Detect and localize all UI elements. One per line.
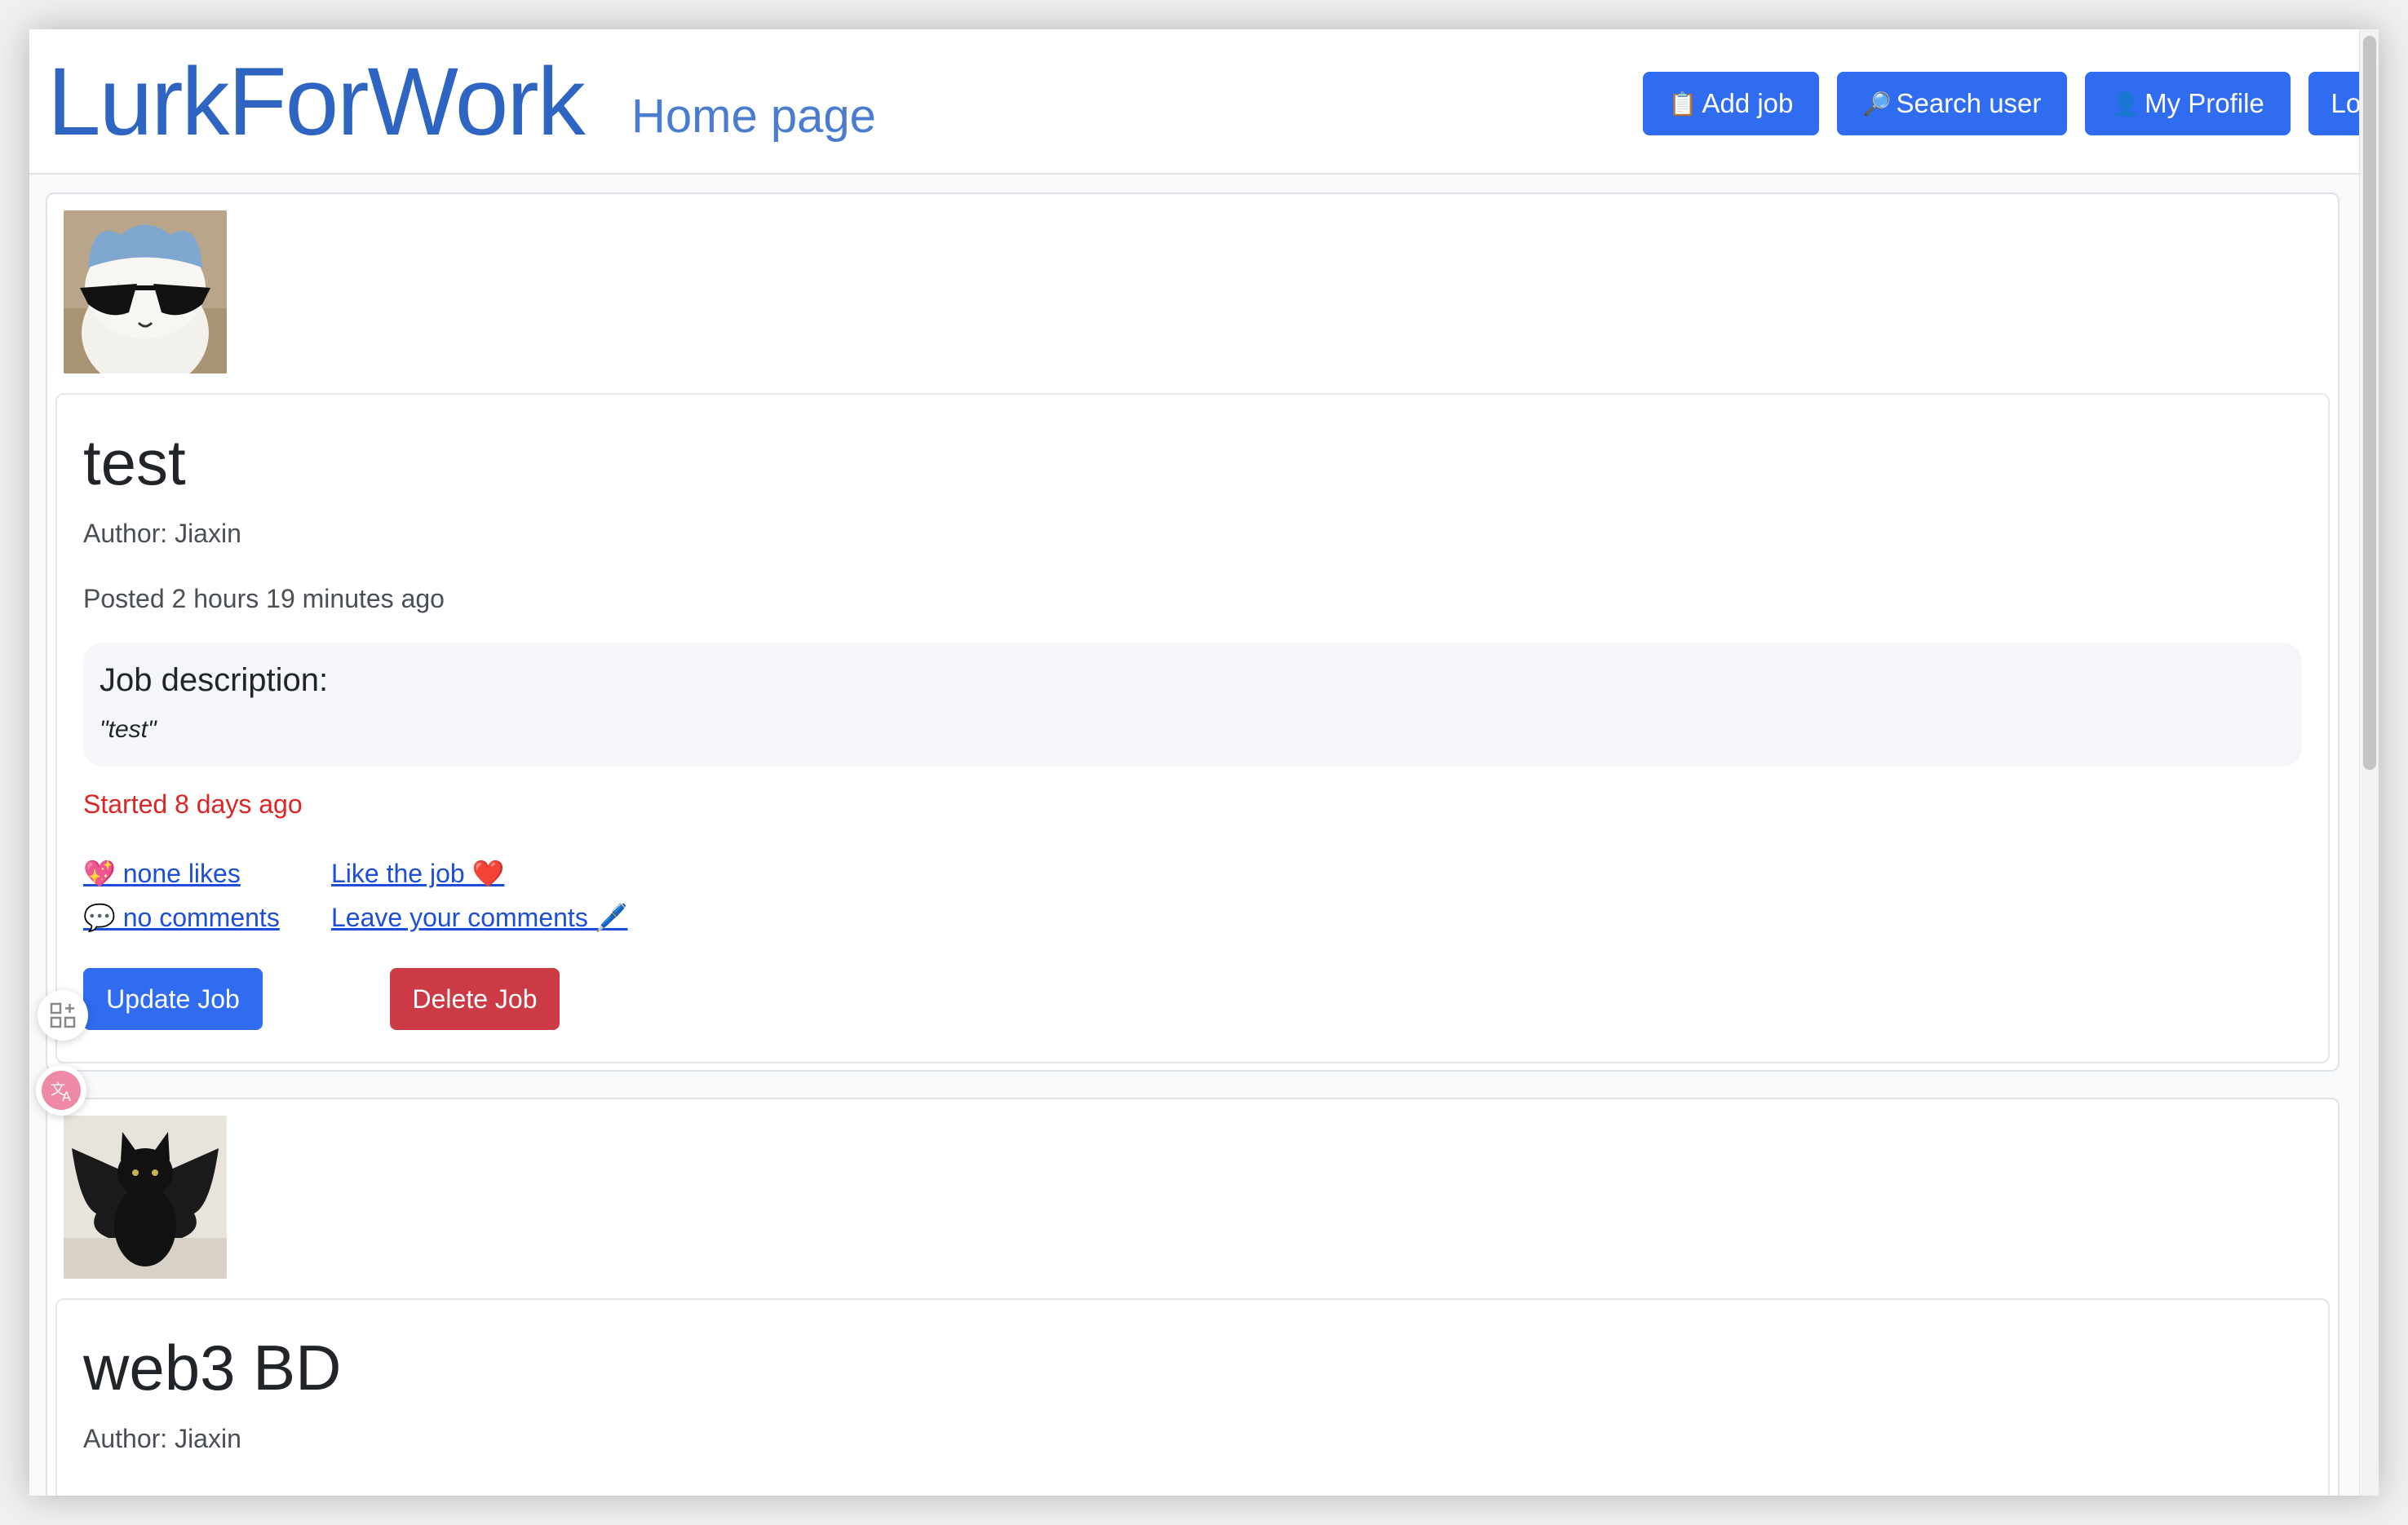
comments-count-link[interactable]: 💬 no comments xyxy=(83,902,280,933)
search-user-button[interactable]: 🔎 Search user xyxy=(1837,72,2067,135)
job-title: test xyxy=(83,427,186,498)
job-card: web3 BD Author: Jiaxin xyxy=(46,1098,2339,1496)
update-job-button[interactable]: Update Job xyxy=(83,968,263,1030)
leave-comment-link[interactable]: Leave your comments 🖊️ xyxy=(331,902,628,933)
cat-sunglasses-avatar-image xyxy=(64,210,227,374)
my-profile-label: My Profile xyxy=(2145,88,2264,118)
job-detail-card: test Author: Jiaxin Posted 2 hours 19 mi… xyxy=(55,393,2330,1063)
job-detail-card: web3 BD Author: Jiaxin xyxy=(55,1298,2330,1496)
scrollbar-thumb[interactable] xyxy=(2363,36,2376,770)
vertical-scrollbar[interactable] xyxy=(2359,29,2379,1496)
author-avatar[interactable] xyxy=(64,210,227,374)
job-description-box: Job description: "test" xyxy=(83,643,2302,767)
bat-cat-avatar-image xyxy=(64,1116,227,1279)
job-description-label: Job description: xyxy=(100,662,329,698)
search-user-label: Search user xyxy=(1896,88,2042,118)
author-avatar[interactable] xyxy=(64,1116,227,1279)
job-title: web3 BD xyxy=(83,1332,342,1403)
page-subtitle: Home page xyxy=(631,90,876,143)
translate-icon[interactable]: 文 A xyxy=(36,1065,86,1116)
add-job-label: Add job xyxy=(1702,88,1794,118)
brand-logo[interactable]: LurkForWork xyxy=(47,54,586,150)
add-job-button[interactable]: 📋 Add job xyxy=(1643,72,1819,135)
my-profile-button[interactable]: 👤 My Profile xyxy=(2085,72,2291,135)
delete-job-button[interactable]: Delete Job xyxy=(390,968,560,1030)
job-author: Author: Jiaxin xyxy=(83,1424,241,1453)
job-card: test Author: Jiaxin Posted 2 hours 19 mi… xyxy=(46,192,2339,1072)
clipboard-icon: 📋 xyxy=(1668,91,1698,117)
user-icon: 👤 xyxy=(2111,91,2140,117)
job-author: Author: Jiaxin xyxy=(83,519,241,548)
job-start-date: Started 8 days ago xyxy=(83,789,303,819)
navbar: LurkForWork Home page 📋 Add job 🔎 Search… xyxy=(29,29,2379,175)
job-description-text: "test" xyxy=(100,716,157,743)
likes-count-link[interactable]: 💖 none likes xyxy=(83,858,241,889)
extension-apps-icon[interactable] xyxy=(38,990,88,1041)
magnifier-icon: 🔎 xyxy=(1862,91,1892,117)
svg-text:A: A xyxy=(62,1089,71,1104)
browser-viewport: LurkForWork Home page 📋 Add job 🔎 Search… xyxy=(29,29,2379,1496)
like-job-link[interactable]: Like the job ❤️ xyxy=(331,858,504,889)
job-posted-time: Posted 2 hours 19 minutes ago xyxy=(83,584,445,613)
